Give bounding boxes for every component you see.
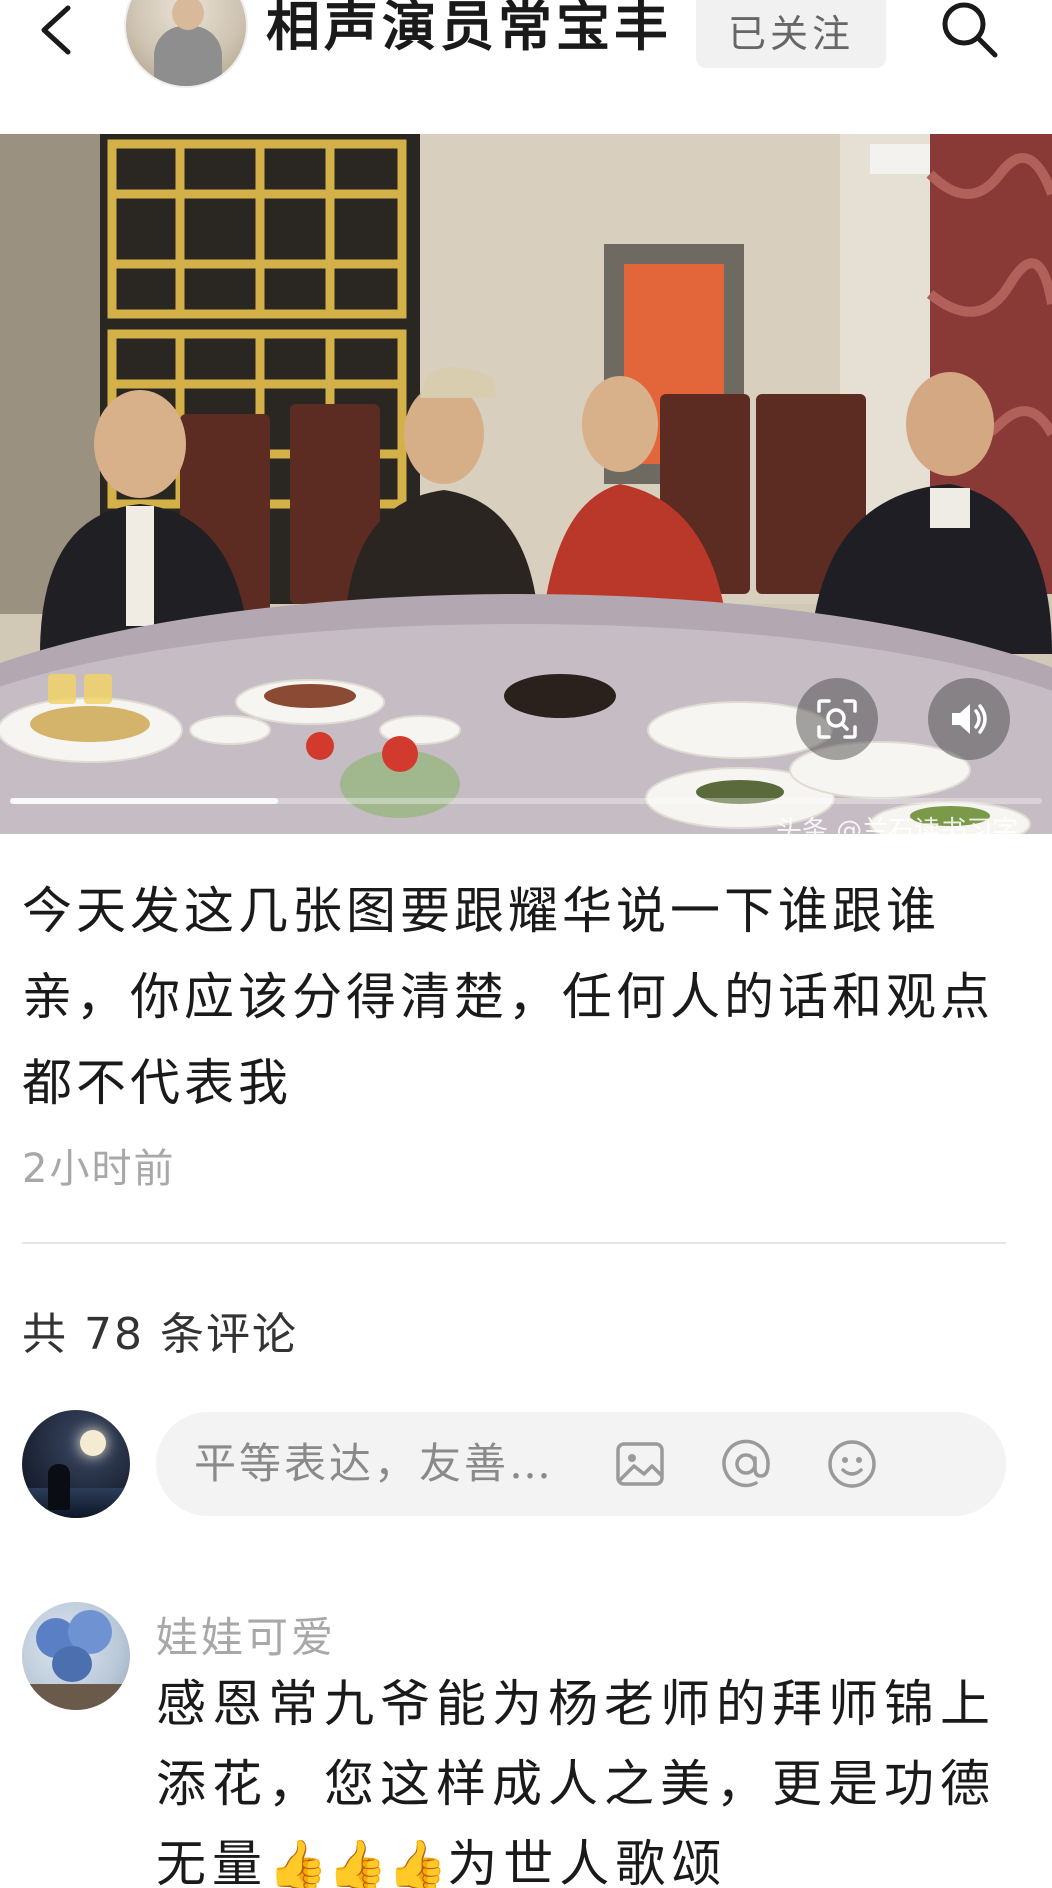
thumbs-up-emoji: 👍👍👍 <box>268 1837 448 1888</box>
image-search-icon <box>817 699 857 739</box>
photo-watermark: 头条 @兰石读书习字 <box>776 816 1019 834</box>
post-photo[interactable]: 头条 @兰石读书习字 <box>0 134 1052 834</box>
avatar-figure-body <box>154 26 222 86</box>
volume-icon <box>952 704 987 734</box>
commenter-name[interactable]: 娃娃可爱 <box>156 1604 336 1665</box>
avatar-table <box>22 1684 130 1710</box>
volume-button[interactable] <box>928 678 1010 760</box>
back-button[interactable] <box>24 0 88 60</box>
current-user-avatar[interactable] <box>22 1410 130 1518</box>
top-bar: 相声演员常宝丰 已关注 <box>0 0 1052 132</box>
dinner-scene-image <box>0 134 1052 834</box>
post-timestamp: 2小时前 <box>22 1146 176 1192</box>
author-avatar[interactable] <box>124 0 248 88</box>
search-button[interactable] <box>934 0 1004 64</box>
comment-input-placeholder: 平等表达，友善… <box>194 1439 555 1488</box>
avatar-flower <box>52 1646 92 1682</box>
mention-button[interactable] <box>718 1436 774 1492</box>
photo-progress-fill <box>10 798 279 804</box>
chevron-left-icon <box>41 5 71 55</box>
post-text: 今天发这几张图要跟耀华说一下谁跟谁亲，你应该分得清楚，任何人的话和观点都不代表我 <box>22 882 994 1112</box>
insert-image-button[interactable] <box>612 1436 668 1492</box>
commenter-avatar[interactable] <box>22 1602 130 1710</box>
divider <box>22 1242 1006 1244</box>
avatar-figure <box>48 1464 70 1510</box>
avatar-figure-head <box>172 0 204 30</box>
emoji-icon <box>828 1440 876 1488</box>
avatar-water <box>22 1488 130 1518</box>
image-search-button[interactable] <box>796 678 878 760</box>
at-icon <box>722 1439 770 1488</box>
comment-text-part: 为世人歌颂 <box>447 1835 728 1888</box>
photo-progress-track <box>10 798 1042 804</box>
comment-count: 共 78 条评论 <box>22 1309 298 1360</box>
author-name[interactable]: 相声演员常宝丰 <box>266 0 672 58</box>
image-icon <box>616 1442 664 1486</box>
comment-input[interactable]: 平等表达，友善… <box>156 1412 1006 1516</box>
follow-button[interactable]: 已关注 <box>696 0 886 68</box>
search-icon <box>942 2 998 58</box>
emoji-button[interactable] <box>824 1436 880 1492</box>
comment-text: 感恩常九爷能为杨老师的拜师锦上添花，您这样成人之美，更是功德无量👍👍👍为世人歌颂 <box>156 1664 1016 1888</box>
avatar-moon <box>80 1430 106 1456</box>
